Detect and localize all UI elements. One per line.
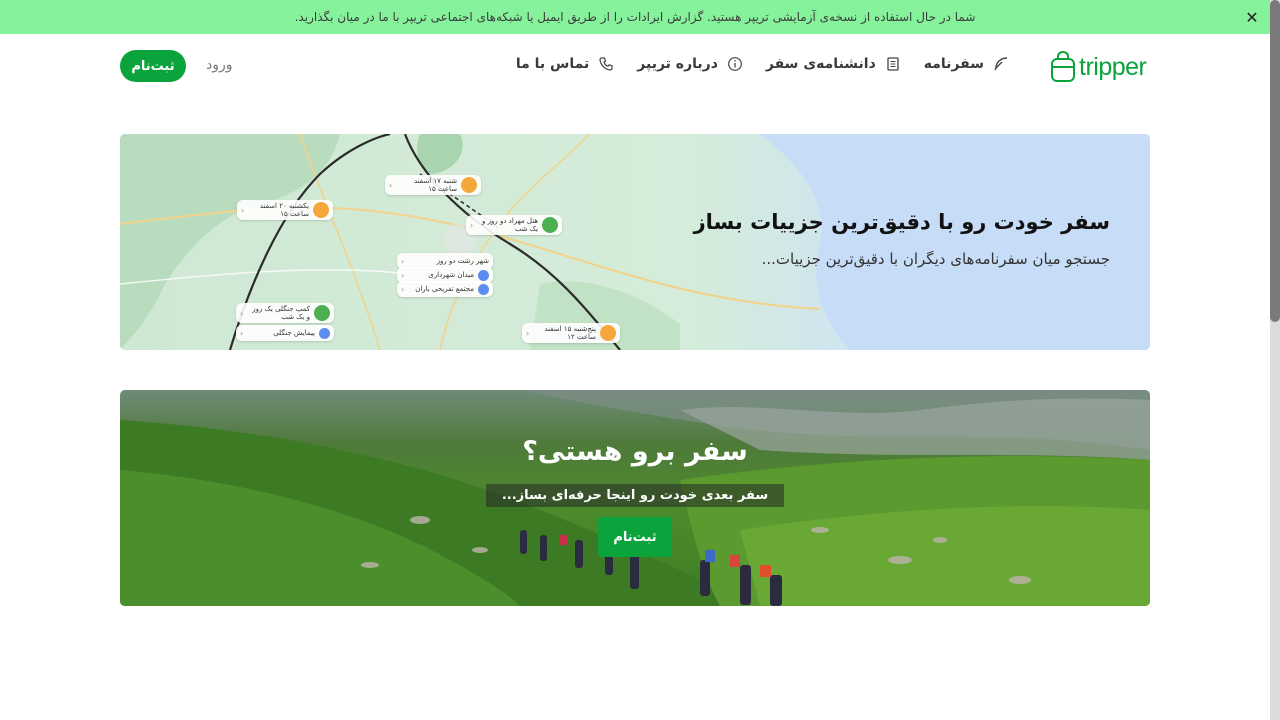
chevron-left-icon: ‹ (401, 284, 405, 294)
document-icon (884, 55, 902, 73)
map-pill: پنج‌شنبه ۱۵ اسفند ساعت ۱۲ ‹ (522, 323, 620, 343)
pill-line1: شهر رشت (457, 257, 489, 265)
page: شما در حال استفاده از نسخه‌ی آزمایشی تری… (0, 0, 1280, 720)
hiker-icon (319, 327, 330, 339)
map-banner-subtitle: جستجو میان سفرنامه‌های دیگران با دقیق‌تر… (761, 250, 1110, 268)
login-link[interactable]: ورود (206, 57, 233, 73)
pill-line1: شنبه ۱۷ اسفند (414, 177, 457, 185)
signup-button[interactable]: ثبت‌نام (120, 50, 186, 82)
map-pill-label: کمپ جنگلی یک روز و یک شب (247, 305, 310, 321)
map-pill-label: شنبه ۱۷ اسفند ساعت ۱۵ (396, 177, 457, 193)
phone-icon (597, 55, 615, 73)
nav-item-label: سفرنامه (923, 56, 984, 72)
hike-banner-subtitle-wrap: سفر بعدی خودت رو اینجا حرفه‌ای بساز... (120, 484, 1150, 507)
chevron-left-icon: ‹ (470, 220, 474, 230)
chevron-left-icon: ‹ (240, 328, 244, 338)
info-icon (726, 55, 744, 73)
notice-text: شما در حال استفاده از نسخه‌ی آزمایشی تری… (294, 10, 976, 24)
hike-signup-button[interactable]: ثبت‌نام (598, 517, 672, 557)
hike-banner-subtitle: سفر بعدی خودت رو اینجا حرفه‌ای بساز... (485, 484, 785, 507)
bus-icon (461, 177, 477, 193)
chevron-left-icon: ‹ (389, 180, 393, 190)
map-pill-label: شهر رشت دو روز (437, 257, 489, 265)
map-pill: شنبه ۱۷ اسفند ساعت ۱۵ ‹ (385, 175, 481, 195)
tent-icon (314, 305, 330, 321)
pill-line1: کمپ جنگلی (275, 305, 310, 313)
nav-item-label: درباره تریپر (637, 56, 718, 72)
scrollbar[interactable] (1270, 0, 1280, 720)
map-pill: هتل مهراد دو روز و یک شب ‹ (466, 215, 562, 235)
chevron-left-icon: ‹ (241, 205, 245, 215)
hike-banner-title: سفر برو هستی؟ (522, 436, 748, 467)
hotel-icon (542, 217, 558, 233)
map-pill: پیمایش جنگلی ‹ (236, 325, 334, 341)
beta-notice-bar: شما در حال استفاده از نسخه‌ی آزمایشی تری… (0, 0, 1270, 34)
chevron-left-icon: ‹ (401, 256, 405, 266)
map-pill: کمپ جنگلی یک روز و یک شب ‹ (236, 303, 334, 323)
logo-text: tripper (1079, 52, 1147, 81)
pill-line2: ساعت ۱۲ (567, 333, 596, 341)
site-header: tripper سفرنامه دانشنامه‌ی سفر درباره تر… (120, 40, 1150, 94)
chevron-left-icon: ‹ (526, 328, 530, 338)
chevron-left-icon: ‹ (401, 270, 405, 280)
pill-line2: دو روز (436, 257, 456, 265)
nav-item-about[interactable]: درباره تریپر (637, 55, 744, 73)
cart-icon (478, 283, 489, 295)
map-pill-label: هتل مهراد دو روز و یک شب (477, 217, 538, 233)
pill-line1: یکشنبه ۲۰ اسفند (259, 202, 309, 210)
pill-line1: هتل مهراد (508, 217, 538, 225)
nav-item-label: تماس با ما (515, 56, 590, 72)
feather-icon (992, 55, 1010, 73)
map-pill-label: پنج‌شنبه ۱۵ اسفند ساعت ۱۲ (533, 325, 596, 341)
map-banner[interactable]: شنبه ۱۷ اسفند ساعت ۱۵ ‹ یکشنبه ۲۰ اسفند … (120, 134, 1150, 350)
chevron-left-icon: ‹ (240, 308, 244, 318)
map-pill-label: پیمایش جنگلی (273, 329, 315, 337)
main-nav: سفرنامه دانشنامه‌ی سفر درباره تریپر تماس… (516, 55, 1010, 73)
hike-banner: سفر برو هستی؟ سفر بعدی خودت رو اینجا حرف… (120, 390, 1150, 606)
scrollbar-thumb[interactable] (1270, 0, 1280, 322)
map-pill-label: مجتمع تفریحی باران (415, 285, 474, 293)
plane-icon (600, 325, 616, 341)
nav-item-travelogue[interactable]: سفرنامه (924, 55, 1010, 73)
car-icon (313, 202, 329, 218)
map-pill: مجتمع تفریحی باران ‹ (397, 281, 493, 297)
pill-line1: پنج‌شنبه ۱۵ اسفند (544, 325, 596, 333)
nav-item-label: دانشنامه‌ی سفر (765, 56, 876, 72)
map-banner-title: سفر خودت رو با دقیق‌ترین جزییات بساز (693, 210, 1110, 234)
pill-line2: ساعت ۱۵ (280, 210, 309, 218)
map-pill-label: میدان شهرداری (428, 271, 474, 279)
logo[interactable]: tripper (1050, 50, 1150, 84)
eye-icon (478, 269, 489, 281)
pill-line2: ساعت ۱۵ (428, 185, 457, 193)
map-pill-label: یکشنبه ۲۰ اسفند ساعت ۱۵ (248, 202, 309, 218)
nav-item-encyclopedia[interactable]: دانشنامه‌ی سفر (766, 55, 902, 73)
close-icon[interactable]: ✕ (1242, 7, 1262, 27)
backpack-logo-icon (1051, 51, 1075, 82)
nav-item-contact[interactable]: تماس با ما (516, 55, 615, 73)
map-pill: یکشنبه ۲۰ اسفند ساعت ۱۵ ‹ (237, 200, 333, 220)
